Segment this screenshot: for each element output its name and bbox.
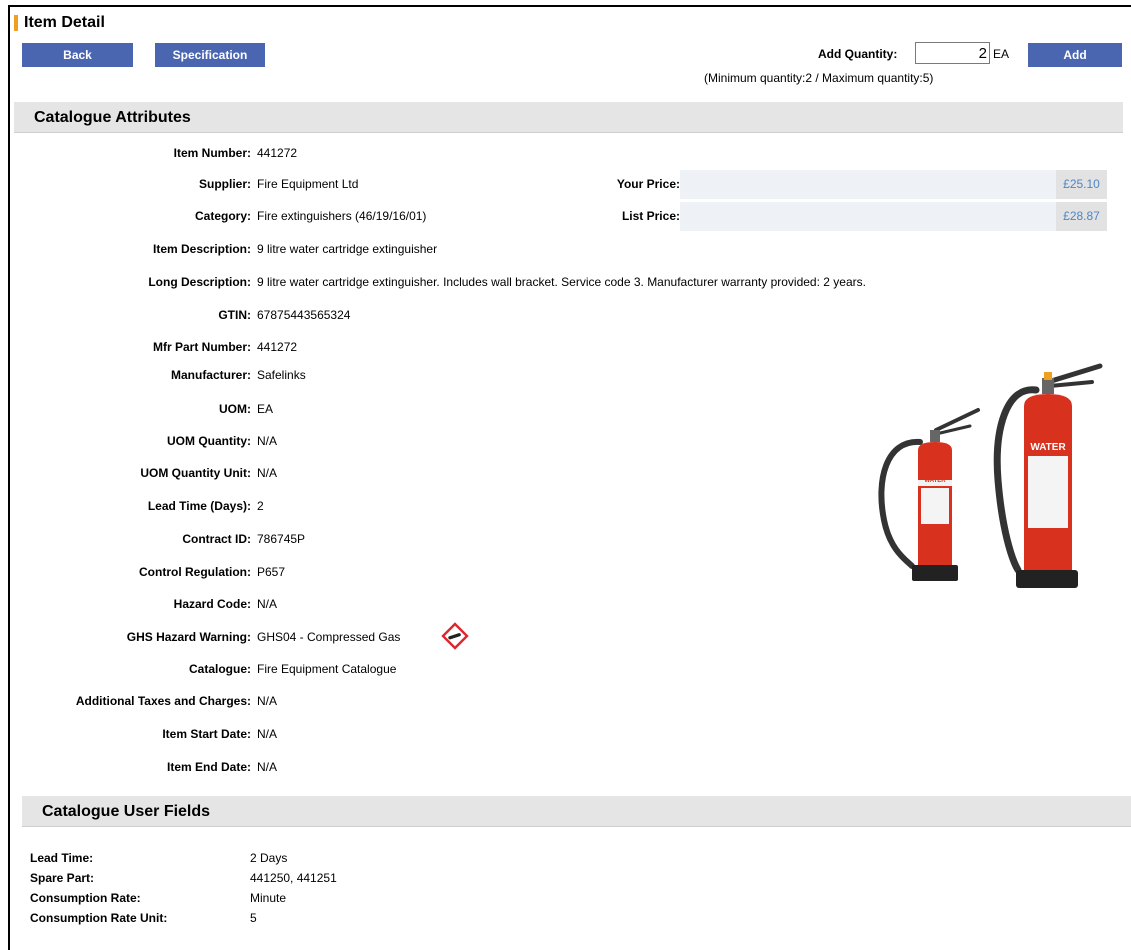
catalogue-attributes-header: Catalogue Attributes bbox=[14, 102, 1123, 133]
large-extinguisher-icon: WATER bbox=[993, 363, 1103, 588]
attr-value: 441272 bbox=[257, 340, 298, 354]
attr-value: N/A bbox=[257, 727, 278, 741]
attr-label: UOM Quantity: bbox=[167, 434, 251, 448]
attr-value: Fire Equipment Ltd bbox=[257, 177, 359, 191]
small-extinguisher-icon: WATER bbox=[878, 408, 980, 581]
attr-value: 9 litre water cartridge extinguisher. In… bbox=[257, 275, 866, 289]
attr-label: GTIN: bbox=[218, 308, 251, 322]
quantity-uom: EA bbox=[993, 47, 1010, 61]
attr-value: EA bbox=[257, 402, 274, 416]
list-price-value: £28.87 bbox=[1056, 202, 1107, 231]
quantity-limits-note: (Minimum quantity:2 / Maximum quantity:5… bbox=[704, 71, 934, 85]
your-price-box bbox=[680, 170, 1056, 199]
attr-value: 2 bbox=[257, 499, 264, 513]
attr-value: 9 litre water cartridge extinguisher bbox=[257, 242, 438, 256]
user-field-label: Lead Time: bbox=[30, 851, 94, 865]
attr-label: Lead Time (Days): bbox=[147, 499, 251, 513]
user-field-value: Minute bbox=[250, 891, 287, 905]
user-field-label: Spare Part: bbox=[30, 871, 95, 885]
attr-label: Manufacturer: bbox=[170, 368, 251, 382]
add-quantity-label: Add Quantity: bbox=[818, 47, 898, 61]
product-image: WATER WATER bbox=[878, 363, 1103, 588]
attr-value: N/A bbox=[257, 434, 278, 448]
attr-value: N/A bbox=[257, 694, 278, 708]
attr-label: Long Description: bbox=[148, 275, 251, 289]
attr-value: GHS04 - Compressed Gas bbox=[257, 630, 401, 644]
list-price-label: List Price: bbox=[621, 209, 680, 223]
attr-label: Category: bbox=[194, 209, 251, 223]
attr-value: N/A bbox=[257, 760, 278, 774]
quantity-input[interactable] bbox=[915, 42, 990, 64]
attr-value: 67875443565324 bbox=[257, 308, 351, 322]
user-field-label: Consumption Rate Unit: bbox=[30, 911, 168, 925]
attr-label: Supplier: bbox=[198, 177, 251, 191]
attr-value: Fire Equipment Catalogue bbox=[257, 662, 397, 676]
attr-label: Catalogue: bbox=[188, 662, 251, 676]
attr-value: Fire extinguishers (46/19/16/01) bbox=[257, 209, 427, 223]
catalogue-user-fields-header: Catalogue User Fields bbox=[22, 796, 1131, 827]
ghs-compressed-gas-icon bbox=[441, 622, 469, 650]
attr-label: UOM Quantity Unit: bbox=[140, 466, 251, 480]
attr-label: Mfr Part Number: bbox=[152, 340, 251, 354]
your-price-value: £25.10 bbox=[1056, 170, 1107, 199]
attr-value: P657 bbox=[257, 565, 286, 579]
attr-label: GHS Hazard Warning: bbox=[126, 630, 251, 644]
page-title: Item Detail bbox=[14, 13, 105, 33]
attr-label: Contract ID: bbox=[182, 532, 251, 546]
back-button[interactable]: Back bbox=[22, 43, 133, 67]
your-price-label: Your Price: bbox=[616, 177, 680, 191]
attr-value: Safelinks bbox=[257, 368, 306, 382]
user-field-label: Consumption Rate: bbox=[30, 891, 141, 905]
attr-label: Item End Date: bbox=[166, 760, 251, 774]
user-field-value: 441250, 441251 bbox=[250, 871, 337, 885]
attr-value: 441272 bbox=[257, 146, 298, 160]
user-field-value: 5 bbox=[250, 911, 257, 925]
attr-value: 786745P bbox=[257, 532, 306, 546]
attr-label: UOM: bbox=[219, 402, 251, 416]
attr-label: Item Number: bbox=[173, 146, 251, 160]
list-price-box bbox=[680, 202, 1056, 231]
attr-label: Item Start Date: bbox=[162, 727, 251, 741]
add-button[interactable]: Add bbox=[1028, 43, 1122, 67]
attr-label: Control Regulation: bbox=[139, 565, 251, 579]
water-label-small: WATER bbox=[924, 478, 946, 484]
attr-label: Hazard Code: bbox=[173, 597, 251, 611]
attr-value: N/A bbox=[257, 466, 278, 480]
attr-label: Item Description: bbox=[152, 242, 251, 256]
user-field-value: 2 Days bbox=[250, 851, 288, 865]
attr-label: Additional Taxes and Charges: bbox=[75, 694, 251, 708]
specification-button[interactable]: Specification bbox=[155, 43, 265, 67]
attr-value: N/A bbox=[257, 597, 278, 611]
water-label-large: WATER bbox=[1030, 442, 1066, 453]
